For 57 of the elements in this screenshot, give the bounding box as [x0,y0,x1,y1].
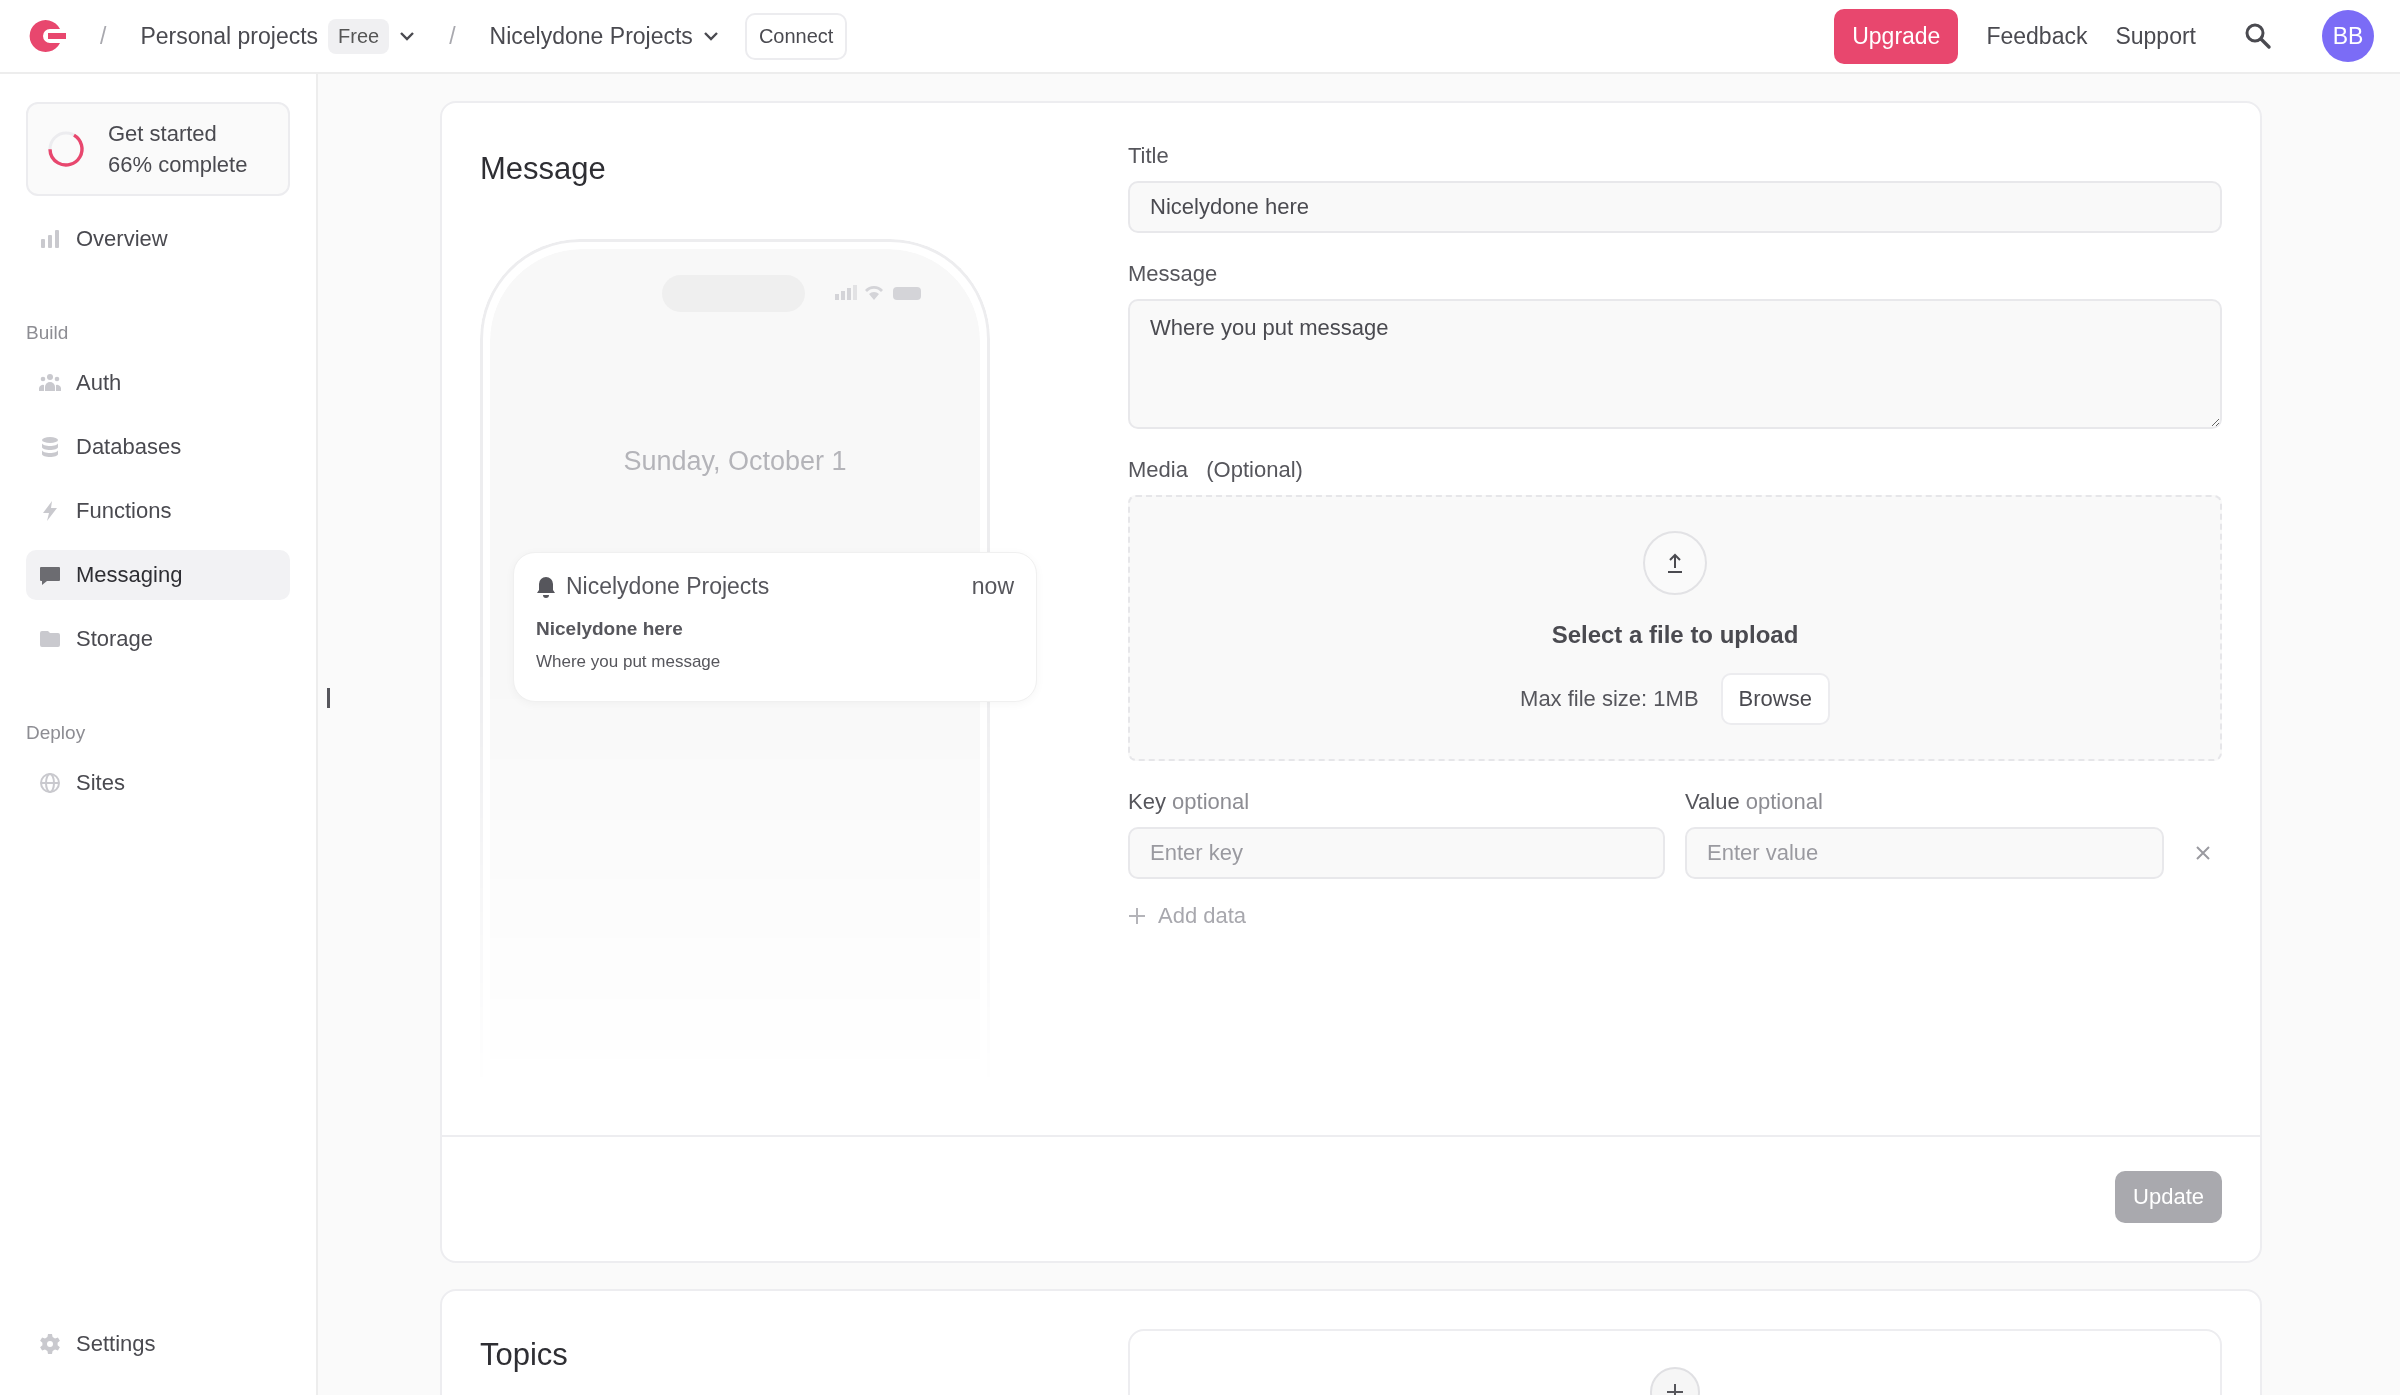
nav-item[interactable]: Settings [26,1319,290,1369]
breadcrumb-link[interactable]: Nicelydone Projects [489,22,693,50]
user-avatar[interactable]: BB [2322,10,2374,62]
breadcrumb-link[interactable]: Personal projects [140,22,319,50]
nav-item[interactable]: Storage [26,614,290,664]
max-size-text: Max file size: 1MB [1520,686,1699,712]
gear-icon [38,1332,62,1356]
resize-handle[interactable] [327,688,330,708]
upload-prompt: Select a file to upload [1551,621,1799,649]
plus-icon [1128,907,1146,925]
chevron-down-icon[interactable] [399,31,416,41]
lock-date: Sunday, October 1 [623,446,847,477]
notification-title: Nicelydone here [536,618,684,640]
nav-item[interactable]: Functions [26,486,290,536]
chevron-down-icon[interactable] [702,31,719,41]
progress-card[interactable]: Get started 66% complete [26,102,290,196]
card-title: Topics [480,1336,569,1374]
section-heading: Build [26,322,70,344]
signal-icon [835,285,857,300]
field-label: Key optional [1128,789,1251,815]
nav-item[interactable]: Messaging [26,550,290,600]
section-heading: Deploy [26,722,87,744]
plan-badge: Free [328,18,390,54]
field-label: Value optional [1685,789,1824,815]
nav-item[interactable]: Databases [26,422,290,472]
notification-body: Where you put message [536,652,722,672]
progress-ring [46,129,86,169]
upload-dropzone[interactable]: Select a file to upload Max file size: 1MB Browse [1128,495,2222,761]
field-label: Message [1128,261,1219,287]
progress-title: Get started [108,120,218,148]
value-field[interactable]: Enter value [1685,827,2164,879]
header-link[interactable]: Support [2115,22,2196,50]
browse-button[interactable]: Browse [1720,673,1830,725]
connect-button[interactable]: Connect [744,12,848,60]
notification-time: now [971,573,1014,600]
search-icon[interactable] [2244,22,2272,50]
separator: / [449,22,456,50]
card-title: Message [480,150,607,187]
wifi-icon [865,285,883,300]
notification-app: Nicelydone Projects [566,573,770,600]
upgrade-button[interactable]: Upgrade [1834,8,1959,64]
battery-icon [893,287,921,300]
message-field[interactable]: Where you put message [1128,299,2222,429]
title-field[interactable]: Nicelydone here [1128,181,2222,233]
nav-item[interactable]: Sites [26,758,290,808]
progress-text: 66% complete [108,151,248,179]
bell-icon [536,575,556,598]
nav-item[interactable]: Overview [26,214,290,264]
close-icon[interactable] [2195,845,2211,861]
field-label: Title [1128,143,1170,169]
globe-icon [38,771,62,795]
nav-item[interactable]: Auth [26,358,290,408]
field-label: Media (Optional) [1128,457,1304,483]
header-link[interactable]: Feedback [1986,22,2088,50]
separator: / [100,22,107,50]
chart-icon [38,227,62,251]
key-field[interactable]: Enter key [1128,827,1665,879]
